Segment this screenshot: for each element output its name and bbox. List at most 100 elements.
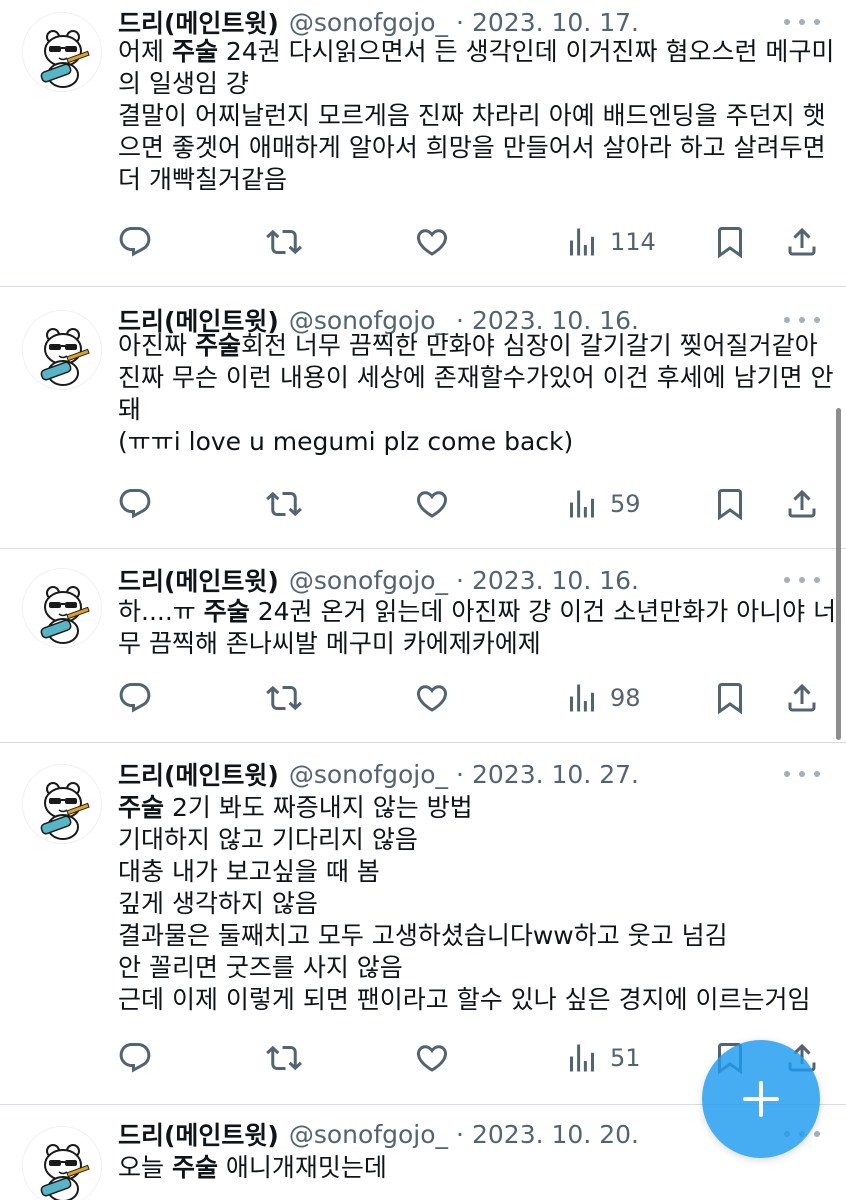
tweet-text-line: 오늘 주술 애니개재밋는데 [118,1152,818,1184]
views-icon [564,680,600,716]
reply-button[interactable] [117,1038,153,1078]
avatar[interactable] [22,568,102,648]
share-icon [784,224,820,260]
views-icon [564,486,600,522]
tweet-text-line: 결말이 어찌날런지 모르게음 진짜 차라리 아예 배드엔딩을 주던지 햇 [118,100,826,132]
tweet-header: 드리(메인트윗) @sonofgojo_ · 2023. 10. 20. [118,1116,639,1152]
retweet-button[interactable] [266,678,302,718]
tweet-actions: 98 [0,678,846,718]
tweet-text-line: 주술 2기 봐도 짜증내지 않는 방법 [118,792,818,824]
user-handle[interactable]: @sonofgojo_ [289,1120,448,1149]
retweet-button[interactable] [266,484,302,524]
retweet-icon [266,680,302,716]
bookmark-button[interactable] [712,678,748,718]
tweet-date[interactable]: 2023. 10. 16. [472,566,639,595]
views-button[interactable]: 59 [564,484,641,524]
tweet-header: 드리(메인트윗) @sonofgojo_ · 2023. 10. 16. [118,562,639,598]
views-icon [564,224,600,260]
bookmark-button[interactable] [712,484,748,524]
tweet-text-line: (ㅠㅠi love u megumi plz come back) [118,426,818,458]
bookmark-icon [712,486,748,522]
share-button[interactable] [784,484,820,524]
text-segment: 어제 [118,37,172,66]
like-icon [414,224,450,260]
highlighted-keyword: 주술 [171,1153,218,1182]
compose-button[interactable] [702,1040,820,1158]
text-segment: 24권 온거 읽는데 아진짜 걍 이건 소년만화가 아니야 너 [249,597,837,626]
tweet-header: 드리(메인트윗) @sonofgojo_ · 2023. 10. 27. [118,756,639,792]
tweet-text-line: 아진짜 주술회전 너무 끔찍한 만화야 심장이 갈기갈기 찢어질거같아 [118,330,818,362]
text-segment: (ㅠㅠi love u megumi plz come back) [118,427,574,456]
tweet-text-line: 어제 주술 24권 다시읽으면서 든 생각인데 이거진짜 혐오스런 메구미 [118,36,834,68]
text-segment: 결과물은 둘째치고 모두 고생하셨습니다ww하고 웃고 넘김 [118,921,728,950]
text-segment: 하....ㅠ [118,597,204,626]
views-icon [564,1040,600,1076]
highlighted-keyword: 주술 [171,37,218,66]
display-name[interactable]: 드리(메인트윗) [118,4,279,40]
view-count: 51 [610,1044,641,1072]
tweet-text-line: 안 꼴리면 굿즈를 사지 않음 [118,952,818,984]
divider [0,286,846,287]
more-icon[interactable] [784,12,820,32]
like-button[interactable] [414,222,450,262]
tweet-actions: 59 [0,484,846,524]
text-segment: 안 꼴리면 굿즈를 사지 않음 [118,953,403,982]
like-button[interactable] [414,484,450,524]
avatar[interactable] [22,12,102,92]
display-name[interactable]: 드리(메인트윗) [118,1116,279,1152]
reply-button[interactable] [117,222,153,262]
tweet-text: 하....ㅠ 주술 24권 온거 읽는데 아진짜 걍 이건 소년만화가 아니야 … [118,596,836,660]
user-handle[interactable]: @sonofgojo_ [289,760,448,789]
share-button[interactable] [784,678,820,718]
share-icon [784,680,820,716]
reply-button[interactable] [117,484,153,524]
scrollbar[interactable] [836,408,841,740]
view-count: 98 [610,684,641,712]
tweet-date[interactable]: 2023. 10. 17. [472,8,639,37]
share-icon [784,486,820,522]
tweet-text-line: 결과물은 둘째치고 모두 고생하셨습니다ww하고 웃고 넘김 [118,920,818,952]
display-name[interactable]: 드리(메인트윗) [118,756,279,792]
views-button[interactable]: 98 [564,678,641,718]
text-segment: 의 일생임 걍 [118,69,249,98]
avatar[interactable] [22,764,102,844]
tweet-text: 어제 주술 24권 다시읽으면서 든 생각인데 이거진짜 혐오스런 메구미 의 일… [118,36,834,196]
text-segment: 오늘 [118,1153,172,1182]
text-segment: 더 개빡칠거같음 [118,165,287,194]
like-button[interactable] [414,678,450,718]
avatar[interactable] [22,310,102,390]
bookmark-button[interactable] [712,222,748,262]
retweet-icon [266,1040,302,1076]
separator-dot: · [456,759,464,789]
views-button[interactable]: 114 [564,222,656,262]
tweet-text-line: 의 일생임 걍 [118,68,818,100]
like-button[interactable] [414,1038,450,1078]
like-icon [414,1040,450,1076]
tweet-date[interactable]: 2023. 10. 20. [472,1120,639,1149]
views-button[interactable]: 51 [564,1038,641,1078]
retweet-button[interactable] [266,1038,302,1078]
text-segment: 회전 너무 끔찍한 만화야 심장이 갈기갈기 찢어질거같아 [240,331,818,360]
divider [0,548,846,549]
retweet-button[interactable] [266,222,302,262]
text-segment: 깊게 생각하지 않음 [118,889,318,918]
bookmark-icon [712,224,748,260]
reply-button[interactable] [117,678,153,718]
more-icon[interactable] [784,570,820,590]
more-icon[interactable] [784,310,820,330]
avatar[interactable] [22,1126,102,1200]
reply-icon [117,1040,153,1076]
reply-icon [117,486,153,522]
more-icon[interactable] [784,764,820,784]
display-name[interactable]: 드리(메인트윗) [118,562,279,598]
text-segment: 근데 이제 이렇게 되면 팬이라고 할수 있나 싶은 경지에 이르는거임 [118,985,811,1014]
user-handle[interactable]: @sonofgojo_ [289,8,448,37]
text-segment: 2기 봐도 짜증내지 않는 방법 [164,793,473,822]
user-handle[interactable]: @sonofgojo_ [289,566,448,595]
bookmark-icon [712,680,748,716]
share-button[interactable] [784,222,820,262]
text-segment: 아진짜 [118,331,195,360]
tweet-date[interactable]: 2023. 10. 27. [472,760,639,789]
tweet-text: 오늘 주술 애니개재밋는데 [118,1152,818,1184]
text-segment: 진짜 무슨 이런 내용이 세상에 존재할수가있어 이건 후세에 남기면 안 [118,363,834,392]
